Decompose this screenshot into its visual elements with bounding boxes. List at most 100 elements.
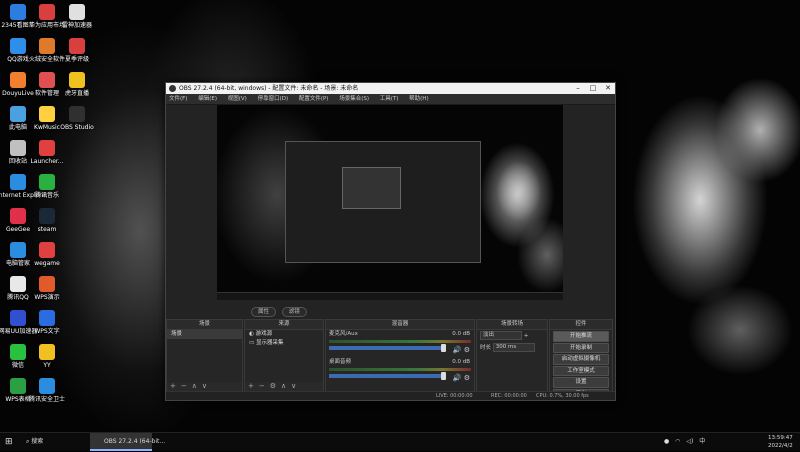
desktop-icon[interactable]: 腾讯音乐	[26, 174, 68, 199]
minimize-icon[interactable]: –	[571, 83, 585, 94]
monitor-icon: ▭	[249, 340, 256, 346]
desktop-icon-label: 夏季评级	[64, 56, 89, 63]
menu-tools[interactable]: 工具(T)	[380, 96, 399, 102]
transition-select[interactable]: 淡出	[480, 331, 522, 340]
clock-date: 2022/4/2	[768, 443, 793, 449]
obs-window[interactable]: OBS 27.2.4 (64-bit, windows) - 配置文件: 未命名…	[165, 82, 616, 401]
plus-icon[interactable]: +	[524, 333, 529, 339]
start-recording-button[interactable]: 开始录制	[553, 342, 609, 353]
wechat-tray-icon[interactable]: ●	[664, 438, 669, 445]
taskbar: ⊞ ⌕ 搜索 OBS 27.2.4 (64-bit... ● ◠ ◁) 中 13…	[0, 432, 800, 451]
app-icon	[39, 344, 55, 360]
menu-edit[interactable]: 编辑(E)	[198, 96, 217, 102]
desktop-icon[interactable]: Launcher...	[26, 140, 68, 165]
slider-handle[interactable]	[441, 344, 446, 352]
controls-dock: 控件 开始推流 开始录制 启动虚拟摄像机 工作室模式 设置 退出	[549, 319, 613, 399]
cpu-status: CPU: 0.7%, 30.00 fps	[536, 393, 589, 399]
duration-label: 时长	[480, 345, 492, 351]
maximize-icon[interactable]: □	[586, 83, 600, 94]
speaker-icon[interactable]: 🔊	[453, 374, 462, 382]
desktop-icon-label: 雷神加速器	[61, 22, 92, 29]
filters-button[interactable]: 滤镜	[281, 307, 307, 317]
desktop-icon[interactable]: YY	[26, 344, 68, 369]
menu-profile[interactable]: 配置文件(P)	[299, 96, 329, 102]
desktop-icon-label: Launcher...	[30, 158, 64, 165]
mixer-dock: 混音器 麦克风/Aux 0.0 dB 🔊 ⚙ 桌面音频 0.0 dB 🔊 ⚙	[325, 319, 475, 392]
obs-statusbar: LIVE: 00:00:00 REC: 00:00:00 CPU: 0.7%, …	[166, 391, 615, 400]
desktop-icon[interactable]: 腾讯安全卫士	[26, 378, 68, 403]
remove-source-icon[interactable]: −	[259, 382, 265, 390]
source-item[interactable]: ◐ 游戏源	[245, 330, 323, 339]
menu-view[interactable]: 视图(V)	[228, 96, 247, 102]
taskbar-obs-item[interactable]: OBS 27.2.4 (64-bit...	[90, 433, 165, 451]
app-icon	[10, 140, 26, 156]
virtual-camera-button[interactable]: 启动虚拟摄像机	[553, 354, 609, 365]
app-icon	[69, 106, 85, 122]
app-icon	[10, 242, 26, 258]
move-up-icon[interactable]: ∧	[192, 382, 197, 390]
rec-status: REC: 00:00:00	[491, 393, 527, 399]
desktop-icon[interactable]: steam	[26, 208, 68, 233]
start-streaming-button[interactable]: 开始推流	[553, 331, 609, 342]
gear-icon[interactable]: ⚙	[464, 374, 470, 382]
search-box[interactable]: ⌕ 搜索	[26, 433, 43, 451]
volume-meter	[329, 368, 471, 371]
settings-button[interactable]: 设置	[553, 377, 609, 388]
track-name: 桌面音频	[329, 359, 352, 365]
desktop-icon[interactable]: 夏季评级	[56, 38, 98, 63]
move-down-icon[interactable]: ∨	[291, 382, 296, 390]
slider-handle[interactable]	[441, 372, 446, 380]
desktop-icon[interactable]: WPS文字	[26, 310, 68, 335]
scenes-dock: 场景 场景 + − ∧ ∨	[166, 319, 243, 392]
menu-scene-collection[interactable]: 场景集合(S)	[339, 96, 369, 102]
volume-slider[interactable]	[329, 372, 446, 380]
duration-field[interactable]: 300 ms	[492, 343, 535, 352]
add-scene-icon[interactable]: +	[170, 382, 176, 390]
properties-button[interactable]: 属性	[251, 307, 277, 317]
app-icon	[10, 4, 26, 20]
windows-start-icon[interactable]: ⊞	[5, 433, 19, 451]
source-label: 显示器采集	[255, 340, 284, 346]
desktop-icon[interactable]: 虎牙直播	[56, 72, 98, 97]
add-source-icon[interactable]: +	[248, 382, 254, 390]
desktop-icon[interactable]: wegame	[26, 242, 68, 267]
track-controls: 🔊 ⚙	[453, 374, 470, 382]
desktop-icon-label: YY	[43, 362, 51, 369]
app-icon	[39, 106, 55, 122]
app-icon	[39, 208, 55, 224]
desktop-icon[interactable]: 雷神加速器	[56, 4, 98, 29]
speaker-icon[interactable]: 🔊	[453, 346, 462, 354]
network-icon[interactable]: ◠	[675, 438, 680, 445]
volume-slider[interactable]	[329, 344, 446, 352]
close-icon[interactable]: ✕	[601, 83, 615, 94]
preview-canvas[interactable]	[217, 105, 563, 300]
mixer-track: 桌面音频 0.0 dB 🔊 ⚙	[326, 358, 474, 386]
remove-scene-icon[interactable]: −	[181, 382, 187, 390]
obs-titlebar[interactable]: OBS 27.2.4 (64-bit, windows) - 配置文件: 未命名…	[166, 83, 615, 94]
desktop-icon-label: WPS文字	[34, 328, 60, 335]
ime-icon[interactable]: 中	[699, 438, 705, 445]
app-icon	[69, 4, 85, 20]
duration-row: 时长 300 ms	[477, 342, 547, 354]
move-down-icon[interactable]: ∨	[202, 382, 207, 390]
preview-taskbar	[217, 292, 563, 300]
app-icon	[39, 242, 55, 258]
menu-help[interactable]: 帮助(H)	[409, 96, 428, 102]
app-icon	[39, 276, 55, 292]
desktop-icon[interactable]: OBS Studio	[56, 106, 98, 131]
gear-icon[interactable]: ⚙	[464, 346, 470, 354]
clock[interactable]: 13:59:47 2022/4/2	[768, 433, 793, 452]
desktop-icon[interactable]: WPS演示	[26, 276, 68, 301]
menu-docks[interactable]: 停靠窗口(D)	[258, 96, 289, 102]
app-icon	[10, 72, 26, 88]
gear-icon[interactable]: ⚙	[270, 382, 276, 390]
scene-item[interactable]: 场景	[167, 330, 242, 339]
volume-icon[interactable]: ◁)	[686, 438, 693, 445]
scenes-footer: + − ∧ ∨	[167, 382, 242, 391]
studio-mode-button[interactable]: 工作室模式	[553, 365, 609, 376]
source-item[interactable]: ▭ 显示器采集	[245, 339, 323, 348]
app-icon	[39, 4, 55, 20]
menu-file[interactable]: 文件(F)	[169, 96, 187, 102]
move-up-icon[interactable]: ∧	[281, 382, 286, 390]
obs-logo-icon	[169, 85, 176, 92]
